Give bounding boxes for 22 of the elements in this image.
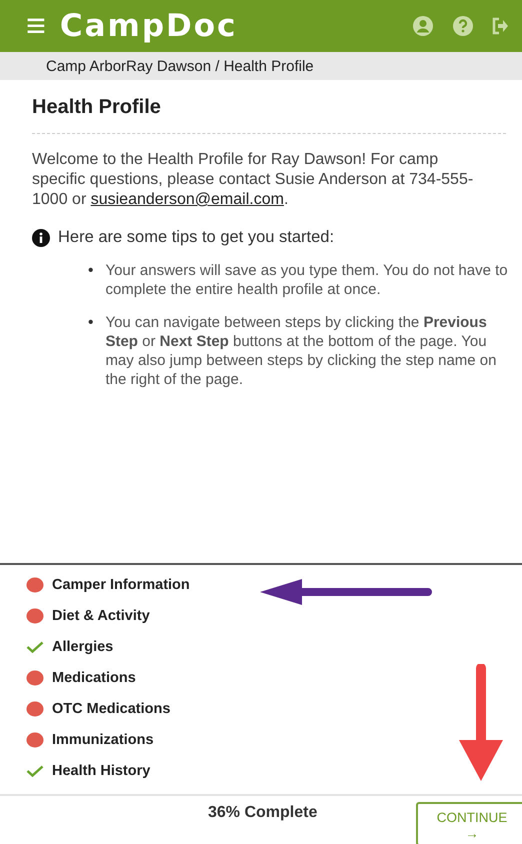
welcome-text: Welcome to the Health Profile for Ray Dawson! For camp specific questions, please contact Susie Anderson at 734-555-1000 or susieanderson@email.com. (32, 150, 474, 210)
step-link[interactable]: Health History (52, 762, 150, 778)
progress-text: 36% Complete (208, 804, 318, 822)
step-link[interactable]: Immunizations (52, 732, 154, 748)
step-link[interactable]: Allergies (52, 638, 114, 654)
step-link[interactable]: Medications (52, 670, 136, 686)
tips-heading: Here are some tips to get you started: (58, 228, 334, 247)
step-link[interactable]: Diet & Activity (52, 608, 150, 624)
tip-text: You can navigate between steps by clicking the Previous Step or Next Step buttons at the bottom of the page. You may also jump between steps by clicking the step name on the right of the page. (105, 313, 498, 389)
app-logo: CampDoc (60, 8, 238, 44)
bullet-mark: • (88, 313, 94, 333)
page-title: Health Profile (32, 96, 506, 134)
sign-out-icon[interactable] (492, 16, 508, 36)
tip-text: Your answers will save as you type them. You do not have to complete the entire health profile at once. (105, 261, 509, 299)
step-link[interactable]: Camper Information (52, 576, 190, 592)
email-link[interactable]: susieanderson@email.com (90, 191, 284, 208)
bullet-mark: • (88, 261, 94, 281)
breadcrumb: Camp ArborRay Dawson / Health Profile (0, 52, 522, 80)
step-link[interactable]: OTC Medications (52, 700, 170, 716)
info-icon (32, 228, 50, 246)
help-icon[interactable] (452, 15, 474, 37)
user-icon[interactable] (412, 15, 434, 37)
